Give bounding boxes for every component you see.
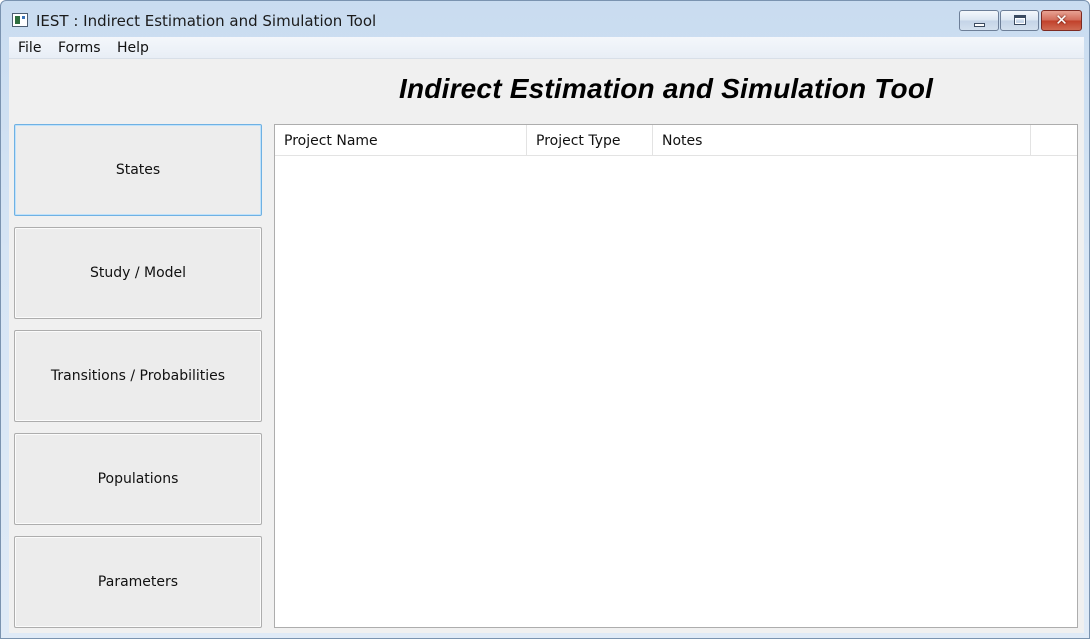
client-area: File Forms Help Indirect Estimation and … (9, 37, 1084, 633)
minimize-button[interactable] (959, 10, 999, 31)
populations-button[interactable]: Populations (14, 433, 262, 525)
column-header-project-name[interactable]: Project Name (275, 125, 527, 156)
table-header: Project Name Project Type Notes (275, 125, 1077, 156)
projects-table[interactable]: Project Name Project Type Notes (274, 124, 1078, 628)
menu-bar: File Forms Help (9, 37, 1084, 59)
app-window: IEST : Indirect Estimation and Simulatio… (0, 0, 1090, 639)
app-icon (12, 13, 28, 27)
menu-forms[interactable]: Forms (57, 40, 102, 56)
column-header-project-type[interactable]: Project Type (527, 125, 653, 156)
title-bar[interactable]: IEST : Indirect Estimation and Simulatio… (1, 1, 1089, 37)
menu-file[interactable]: File (17, 40, 42, 56)
close-icon: ✕ (1055, 11, 1068, 29)
maximize-icon (1014, 15, 1026, 25)
transitions-probabilities-button[interactable]: Transitions / Probabilities (14, 330, 262, 422)
column-header-filler (1031, 125, 1077, 156)
minimize-icon (974, 23, 985, 27)
column-header-notes[interactable]: Notes (653, 125, 1031, 156)
study-model-button[interactable]: Study / Model (14, 227, 262, 319)
close-button[interactable]: ✕ (1041, 10, 1082, 31)
parameters-button[interactable]: Parameters (14, 536, 262, 628)
maximize-button[interactable] (1000, 10, 1039, 31)
states-button[interactable]: States (14, 124, 262, 216)
window-title: IEST : Indirect Estimation and Simulatio… (36, 12, 377, 30)
table-body[interactable] (275, 156, 1077, 627)
menu-help[interactable]: Help (116, 40, 150, 56)
page-title: Indirect Estimation and Simulation Tool (399, 73, 934, 104)
